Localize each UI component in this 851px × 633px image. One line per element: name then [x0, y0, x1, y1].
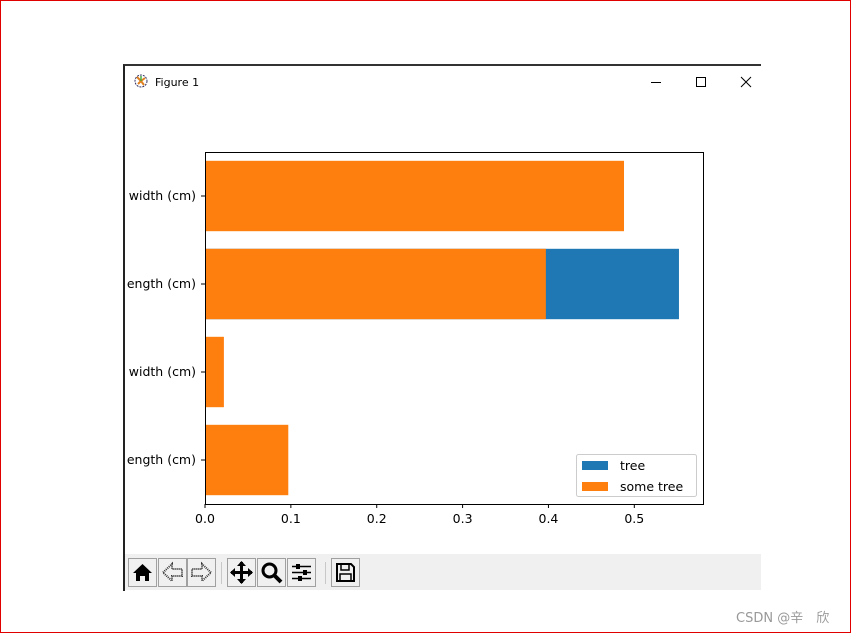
- save-icon: [336, 563, 355, 582]
- pan-button[interactable]: [227, 558, 256, 587]
- title-bar: Figure 1: [125, 66, 761, 98]
- x-tick-label: 0.1: [281, 511, 301, 526]
- bar-some-tree: [205, 424, 289, 496]
- forward-button[interactable]: [187, 558, 216, 587]
- pan-icon: [230, 561, 253, 584]
- toolbar-separator: [221, 562, 222, 584]
- y-tick-label: ength (cm): [127, 276, 196, 291]
- configure-subplots-button[interactable]: [287, 558, 316, 587]
- minimize-button[interactable]: [633, 70, 677, 94]
- zoom-button[interactable]: [257, 558, 286, 587]
- toolbar-separator: [325, 562, 326, 584]
- back-button[interactable]: [158, 558, 187, 587]
- watermark: CSDN @辛 欣: [736, 611, 830, 626]
- y-tick-label: ength (cm): [127, 452, 196, 467]
- legend-label: some tree: [620, 479, 683, 494]
- x-tick-label: 0.0: [195, 511, 215, 526]
- navigation-toolbar: [125, 554, 761, 590]
- configure-subplots-icon: [292, 564, 311, 581]
- figure-window: Figure 1 ength (cm) width (cm) ength (cm) w…: [123, 64, 761, 591]
- close-button[interactable]: [723, 70, 767, 94]
- save-button[interactable]: [331, 558, 360, 587]
- forward-icon: [191, 561, 213, 584]
- x-tick-label: 0.4: [539, 511, 559, 526]
- matplotlib-logo-icon: [134, 74, 148, 88]
- window-title: Figure 1: [155, 76, 200, 89]
- x-tick-label: 0.2: [367, 511, 387, 526]
- bar-some-tree: [205, 248, 546, 320]
- legend-label: tree: [620, 458, 645, 473]
- maximize-button[interactable]: [678, 70, 722, 94]
- legend-swatch: [582, 482, 608, 491]
- minimize-icon: [651, 82, 661, 83]
- y-tick-label: width (cm): [129, 364, 196, 379]
- bar-some-tree: [205, 336, 224, 408]
- home-button[interactable]: [128, 558, 157, 587]
- bar-some-tree: [205, 160, 625, 232]
- home-icon: [133, 564, 152, 581]
- zoom-icon: [261, 562, 283, 584]
- x-tick-label: 0.5: [624, 511, 644, 526]
- back-icon: [161, 561, 183, 584]
- y-tick-label: width (cm): [129, 188, 196, 203]
- bar-chart: ength (cm) width (cm) ength (cm) width (cm)…: [127, 152, 704, 526]
- x-tick-label: 0.3: [453, 511, 473, 526]
- maximize-icon: [696, 77, 706, 87]
- legend-swatch: [582, 461, 608, 470]
- close-icon: [740, 76, 752, 88]
